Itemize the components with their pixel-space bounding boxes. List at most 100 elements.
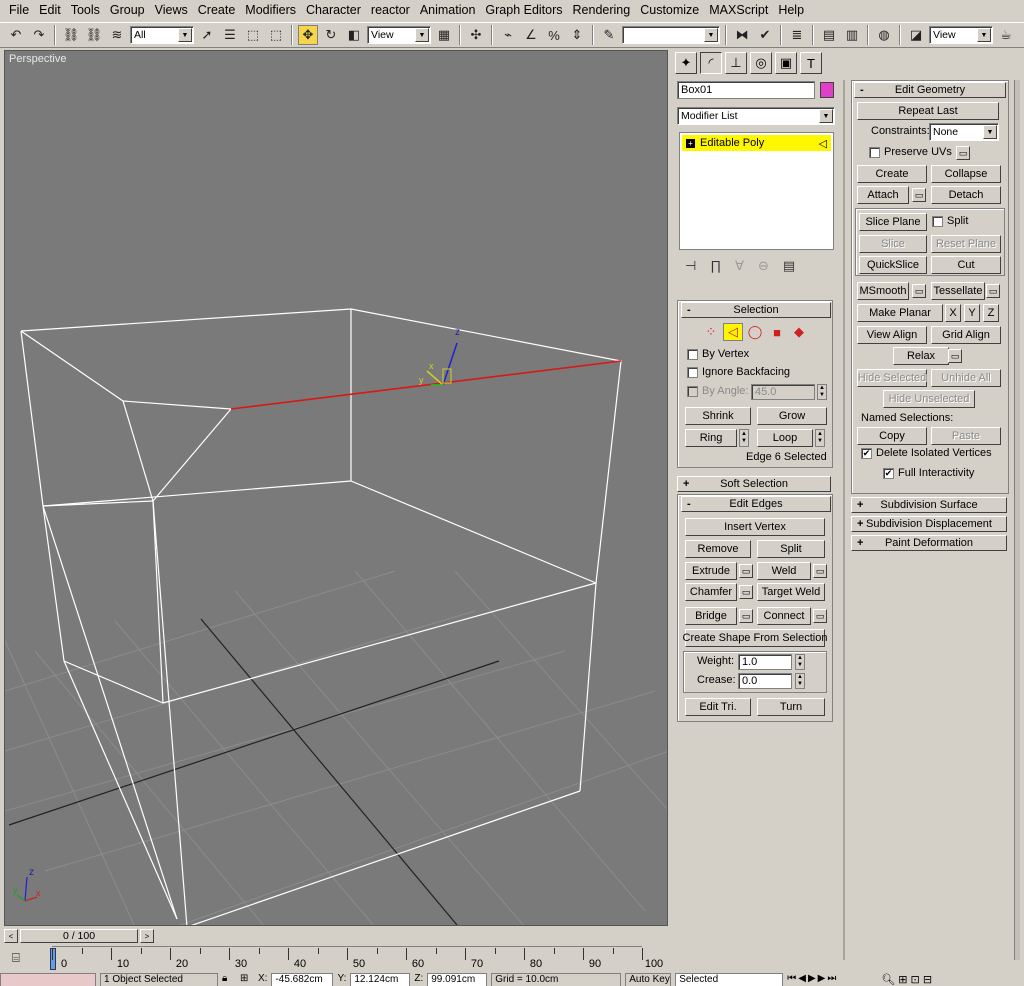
angle-field[interactable]: 45.0 <box>751 384 815 400</box>
weld-settings-icon[interactable]: ▭ <box>813 564 827 578</box>
x-coordinate-field[interactable]: -45.682cm <box>271 973 334 986</box>
tessellate-settings-icon[interactable]: ▭ <box>986 284 1000 298</box>
grid-align-button[interactable]: Grid Align <box>931 326 1001 344</box>
slice-plane-button[interactable]: Slice Plane <box>859 213 927 231</box>
select-by-name-icon[interactable]: ☰ <box>220 25 240 45</box>
paint-deformation-rollout-header[interactable]: + Paint Deformation <box>851 535 1007 551</box>
stack-item-editable-poly[interactable]: + Editable Poly ◁ <box>682 135 831 151</box>
selection-filter-select[interactable]: All ▼ <box>130 26 194 44</box>
crease-field[interactable]: 0.0 <box>738 673 792 689</box>
align-icon[interactable]: ✔ <box>755 25 775 45</box>
menu-maxscript[interactable]: MAXScript <box>704 0 773 21</box>
menu-character[interactable]: Character <box>301 0 366 21</box>
redo-icon[interactable]: ↷ <box>29 25 49 45</box>
connect-button[interactable]: Connect <box>757 607 811 625</box>
make-planar-button[interactable]: Make Planar <box>857 304 943 322</box>
polygon-level-icon[interactable]: ■ <box>767 323 787 341</box>
attach-button[interactable]: Attach <box>857 186 909 204</box>
absolute-mode-icon[interactable]: ⊞ <box>240 973 254 984</box>
layer-manager-icon[interactable]: ≣ <box>787 25 807 45</box>
planar-z-button[interactable]: Z <box>983 304 999 322</box>
menu-customize[interactable]: Customize <box>635 0 704 21</box>
modify-tab-icon[interactable]: ◜ <box>700 52 722 74</box>
turn-button[interactable]: Turn <box>757 698 825 716</box>
rectangular-selection-icon[interactable]: ⬚ <box>243 25 263 45</box>
menu-create[interactable]: Create <box>193 0 241 21</box>
show-end-result-icon[interactable]: ∏ <box>710 258 721 274</box>
ignore-backfacing-checkbox[interactable]: Ignore Backfacing <box>687 366 790 378</box>
undo-icon[interactable]: ↶ <box>6 25 26 45</box>
motion-tab-icon[interactable]: ◎ <box>750 52 772 74</box>
bridge-settings-icon[interactable]: ▭ <box>739 609 753 623</box>
reference-coordinate-select[interactable]: View ▼ <box>367 26 431 44</box>
repeat-last-button[interactable]: Repeat Last <box>857 102 999 120</box>
schematic-view-icon[interactable]: ▥ <box>842 25 862 45</box>
menu-views[interactable]: Views <box>150 0 193 21</box>
panel-scrollbar[interactable] <box>1014 80 1020 960</box>
perspective-viewport[interactable]: z x y z x y Perspective <box>4 50 668 926</box>
weld-button[interactable]: Weld <box>757 562 811 580</box>
constraints-select[interactable]: None ▼ <box>929 123 999 141</box>
msmooth-settings-icon[interactable]: ▭ <box>912 284 926 298</box>
auto-key-button[interactable]: Auto Key <box>625 973 672 986</box>
curve-editor-icon[interactable]: ▤ <box>819 25 839 45</box>
chamfer-settings-icon[interactable]: ▭ <box>739 585 753 599</box>
grow-button[interactable]: Grow <box>757 407 827 425</box>
edit-geometry-rollout-header[interactable]: - Edit Geometry <box>854 82 1006 98</box>
pivot-center-icon[interactable]: ▦ <box>434 25 454 45</box>
weight-field[interactable]: 1.0 <box>738 654 792 670</box>
window-crossing-icon[interactable]: ⬚ <box>266 25 286 45</box>
subdivision-surface-rollout-header[interactable]: + Subdivision Surface <box>851 497 1007 513</box>
attach-settings-icon[interactable]: ▭ <box>912 188 926 202</box>
menu-animation[interactable]: Animation <box>415 0 481 21</box>
reset-plane-button[interactable]: Reset Plane <box>931 235 1001 253</box>
render-type-select[interactable]: View ▼ <box>929 26 993 44</box>
subdivision-displacement-rollout-header[interactable]: + Subdivision Displacement <box>851 516 1007 532</box>
time-slider-thumb[interactable]: 0 / 100 <box>20 929 138 943</box>
preserve-uvs-settings-icon[interactable]: ▭ <box>956 146 970 160</box>
detach-button[interactable]: Detach <box>931 186 1001 204</box>
menu-modifiers[interactable]: Modifiers <box>240 0 301 21</box>
menu-help[interactable]: Help <box>773 0 809 21</box>
material-editor-icon[interactable]: ◍ <box>874 25 894 45</box>
angle-spinner[interactable]: ▲ ▼ <box>817 384 827 400</box>
link-icon[interactable]: ⛓ <box>61 25 81 45</box>
pin-stack-icon[interactable]: ⊣ <box>685 258 696 274</box>
menu-group[interactable]: Group <box>105 0 150 21</box>
bind-space-warp-icon[interactable]: ≋ <box>107 25 127 45</box>
select-object-icon[interactable]: ➚ <box>197 25 217 45</box>
delete-isolated-vertices-checkbox[interactable]: ✔ Delete Isolated Vertices <box>861 447 992 459</box>
hierarchy-tab-icon[interactable]: ⊥ <box>725 52 747 74</box>
unhide-all-button[interactable]: Unhide All <box>931 369 1001 387</box>
by-vertex-checkbox[interactable]: By Vertex <box>687 348 749 360</box>
create-tab-icon[interactable]: ✦ <box>675 52 697 74</box>
menu-rendering[interactable]: Rendering <box>568 0 636 21</box>
create-shape-from-selection-button[interactable]: Create Shape From Selection <box>683 629 827 647</box>
key-mode-select[interactable]: Selected <box>675 973 784 986</box>
msmooth-button[interactable]: MSmooth <box>857 282 909 300</box>
vertex-level-icon[interactable]: ⁘ <box>701 323 721 341</box>
quick-render-icon[interactable]: ☕ <box>996 25 1016 45</box>
scale-icon[interactable]: ◧ <box>344 25 364 45</box>
time-slider[interactable]: < 0 / 100 > <box>4 928 668 944</box>
border-level-icon[interactable]: ◯ <box>745 323 765 341</box>
selection-rollout-header[interactable]: - Selection <box>681 302 831 318</box>
edit-named-selection-icon[interactable]: ✎ <box>599 25 619 45</box>
manipulate-icon[interactable]: ✣ <box>466 25 486 45</box>
utilities-tab-icon[interactable]: T <box>800 52 822 74</box>
menu-graph-editors[interactable]: Graph Editors <box>480 0 567 21</box>
relax-button[interactable]: Relax <box>893 347 949 365</box>
viewport-scene[interactable]: z x y z x y <box>5 51 668 926</box>
lock-icon[interactable]: 🔒︎ <box>222 973 236 984</box>
remove-button[interactable]: Remove <box>685 540 751 558</box>
split-checkbox[interactable]: Split <box>932 215 968 227</box>
target-weld-button[interactable]: Target Weld <box>757 583 825 601</box>
snap-icon[interactable]: ⌁ <box>498 25 518 45</box>
loop-spinner[interactable]: ▲ ▼ <box>815 429 825 447</box>
edge-level-icon[interactable]: ◁ <box>723 323 743 341</box>
full-interactivity-checkbox[interactable]: ✔ Full Interactivity <box>883 467 974 479</box>
named-selection-set-select[interactable]: ▼ <box>622 26 720 44</box>
percent-snap-icon[interactable]: % <box>544 25 564 45</box>
collapse-button[interactable]: Collapse <box>931 165 1001 183</box>
menu-reactor[interactable]: reactor <box>366 0 415 21</box>
